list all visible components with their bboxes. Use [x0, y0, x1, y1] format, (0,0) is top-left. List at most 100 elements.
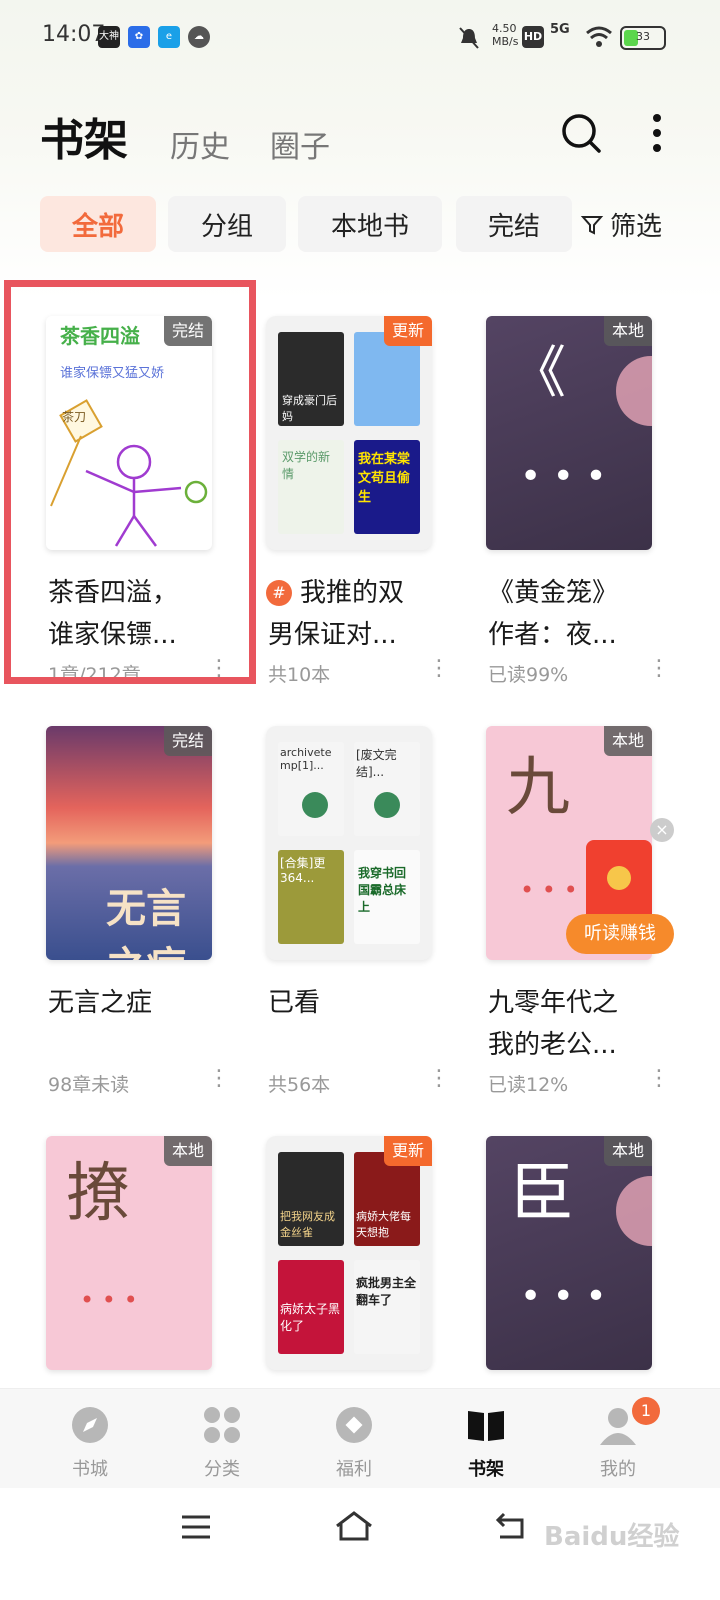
- net-speed-unit: MB/s: [492, 35, 519, 48]
- book-progress: 已读12%: [488, 1074, 569, 1096]
- cover-ellipsis: • • •: [520, 1276, 607, 1317]
- grid-icon: [204, 1407, 240, 1443]
- open-book-icon: [468, 1411, 504, 1441]
- local-badge: 本地: [163, 1136, 212, 1166]
- tab-history[interactable]: 历史: [170, 122, 230, 166]
- cover-char: 九: [506, 751, 570, 825]
- mini-cover: 疯批男主全翻车了: [354, 1260, 420, 1354]
- book-cover[interactable]: 无言之症 完结: [46, 726, 212, 960]
- filter-button[interactable]: 筛选: [580, 206, 662, 243]
- cover-ellipsis: • • •: [520, 456, 607, 497]
- group-cover[interactable]: archivetemp[1]... [废文完结]... [合集]更364... …: [266, 726, 432, 960]
- status-time: 14:07: [42, 22, 106, 47]
- tab-circle[interactable]: 圈子: [270, 122, 330, 166]
- filter-chip-finished[interactable]: 完结: [456, 196, 572, 252]
- battery-icon: 33: [620, 26, 666, 50]
- book-cover[interactable]: 《 • • • 本地: [486, 316, 652, 550]
- search-icon[interactable]: [560, 112, 602, 154]
- cover-decoration: [374, 792, 400, 818]
- paw-icon: ✿: [128, 26, 150, 48]
- page-title[interactable]: 书架: [40, 104, 128, 168]
- cover-planet: [616, 1176, 652, 1246]
- book-cover[interactable]: 臣 • • • 本地: [486, 1136, 652, 1370]
- mini-cover-title: 疯批男主全翻车了: [356, 1276, 417, 1307]
- nav-label: 我的: [600, 1459, 636, 1480]
- mini-cover: 双学的新情: [278, 440, 344, 534]
- notification-badge: 1: [632, 1397, 660, 1425]
- mini-cover-title: [合集]更364...: [280, 856, 326, 885]
- nav-label: 分类: [204, 1459, 240, 1480]
- cover-char: 撩: [66, 1157, 130, 1231]
- home-icon[interactable]: [334, 1510, 374, 1542]
- nav-label: 书架: [468, 1459, 504, 1480]
- filter-label: 筛选: [610, 212, 663, 242]
- status-badge: 完结: [163, 726, 212, 756]
- book-title[interactable]: 已看: [268, 982, 458, 1024]
- book-progress: 已读99%: [488, 664, 569, 686]
- book-more-icon[interactable]: ⋮: [208, 1066, 230, 1091]
- book-more-icon[interactable]: ⋮: [648, 1066, 670, 1091]
- wifi-icon: [586, 26, 612, 47]
- filter-chip-group[interactable]: 分组: [168, 196, 286, 252]
- menu-icon[interactable]: [180, 1514, 212, 1540]
- gift-icon: [336, 1407, 372, 1443]
- group-cover[interactable]: 穿成豪门后妈 双学的新情 我在某棠文苟且偷生 更新: [266, 316, 432, 550]
- close-icon[interactable]: ×: [650, 818, 674, 842]
- book-title[interactable]: 无言之症: [48, 982, 238, 1024]
- highlight-rectangle: [4, 280, 256, 684]
- mini-cover-title: 我在某棠文苟且偷生: [358, 452, 411, 505]
- mini-cover-title: [废文完结]...: [356, 748, 397, 779]
- book-more-icon[interactable]: ⋮: [648, 656, 670, 681]
- mini-cover: [废文完结]...: [354, 742, 420, 836]
- funnel-icon: [580, 215, 604, 235]
- filter-chip-local[interactable]: 本地书: [298, 196, 442, 252]
- cover-ellipsis: • • •: [80, 1286, 138, 1314]
- nav-label: 书城: [72, 1459, 108, 1480]
- group-cover[interactable]: 把我网友成金丝雀 病娇大佬每天想抱 病娇太子黑化了 疯批男主全翻车了 更新: [266, 1136, 432, 1370]
- cloud-icon: ☁: [188, 26, 210, 48]
- book-progress: 98章未读: [48, 1074, 130, 1096]
- book-title[interactable]: 《黄金笼》 作者：夜...: [488, 572, 678, 656]
- app-notification-icon: 大神: [98, 26, 120, 48]
- book-title[interactable]: 九零年代之 我的老公...: [488, 982, 678, 1066]
- back-icon[interactable]: [494, 1510, 526, 1540]
- coin-icon: [607, 866, 631, 890]
- update-badge: 更新: [383, 1136, 432, 1166]
- cover-ellipsis: • • •: [520, 876, 578, 904]
- battery-percent: 33: [636, 30, 650, 43]
- book-title[interactable]: 我推的双 男保证对...: [268, 572, 458, 656]
- mini-cover: archivetemp[1]...: [278, 742, 344, 836]
- cover-decoration: [302, 792, 328, 818]
- mute-bell-icon: [459, 27, 479, 49]
- compass-icon: [72, 1407, 108, 1443]
- update-badge: 更新: [383, 316, 432, 346]
- mini-cover-title: 病娇大佬每天想抱: [356, 1210, 411, 1239]
- nav-label: 福利: [336, 1459, 372, 1480]
- mini-cover: 我在某棠文苟且偷生: [354, 440, 420, 534]
- watermark: Baidu经验: [544, 1522, 680, 1552]
- local-badge: 本地: [603, 1136, 652, 1166]
- mini-cover: 病娇大佬每天想抱: [354, 1152, 420, 1246]
- filter-chip-all[interactable]: 全部: [40, 196, 156, 252]
- status-bar: 14:07 大神 ✿ e ☁ 4.50 MB/s HD 5G 33: [0, 0, 720, 72]
- hd-icon: HD: [522, 26, 544, 48]
- browser-icon: e: [158, 26, 180, 48]
- cover-title: 无言之症: [106, 886, 186, 960]
- red-packet-icon[interactable]: [586, 840, 652, 924]
- group-count: 共10本: [268, 664, 331, 686]
- book-cover[interactable]: 撩 • • • 本地: [46, 1136, 212, 1370]
- mini-cover: [合集]更364...: [278, 850, 344, 944]
- listen-earn-button[interactable]: 听读赚钱: [566, 914, 674, 954]
- system-nav-bar: Baidu经验: [0, 1488, 720, 1600]
- local-badge: 本地: [603, 726, 652, 756]
- group-count: 共56本: [268, 1074, 331, 1096]
- net-speed-value: 4.50: [492, 22, 517, 35]
- bottom-nav: 书城 分类 福利 书架 1 我的: [0, 1388, 720, 1488]
- book-more-icon[interactable]: ⋮: [428, 656, 450, 681]
- book-more-icon[interactable]: ⋮: [428, 1066, 450, 1091]
- mini-cover: 病娇太子黑化了: [278, 1260, 344, 1354]
- mini-cover: 我穿书回国霸总床上: [354, 850, 420, 944]
- mini-cover: 穿成豪门后妈: [278, 332, 344, 426]
- more-menu-icon[interactable]: [650, 112, 664, 154]
- mini-cover-title: 双学的新情: [282, 450, 331, 481]
